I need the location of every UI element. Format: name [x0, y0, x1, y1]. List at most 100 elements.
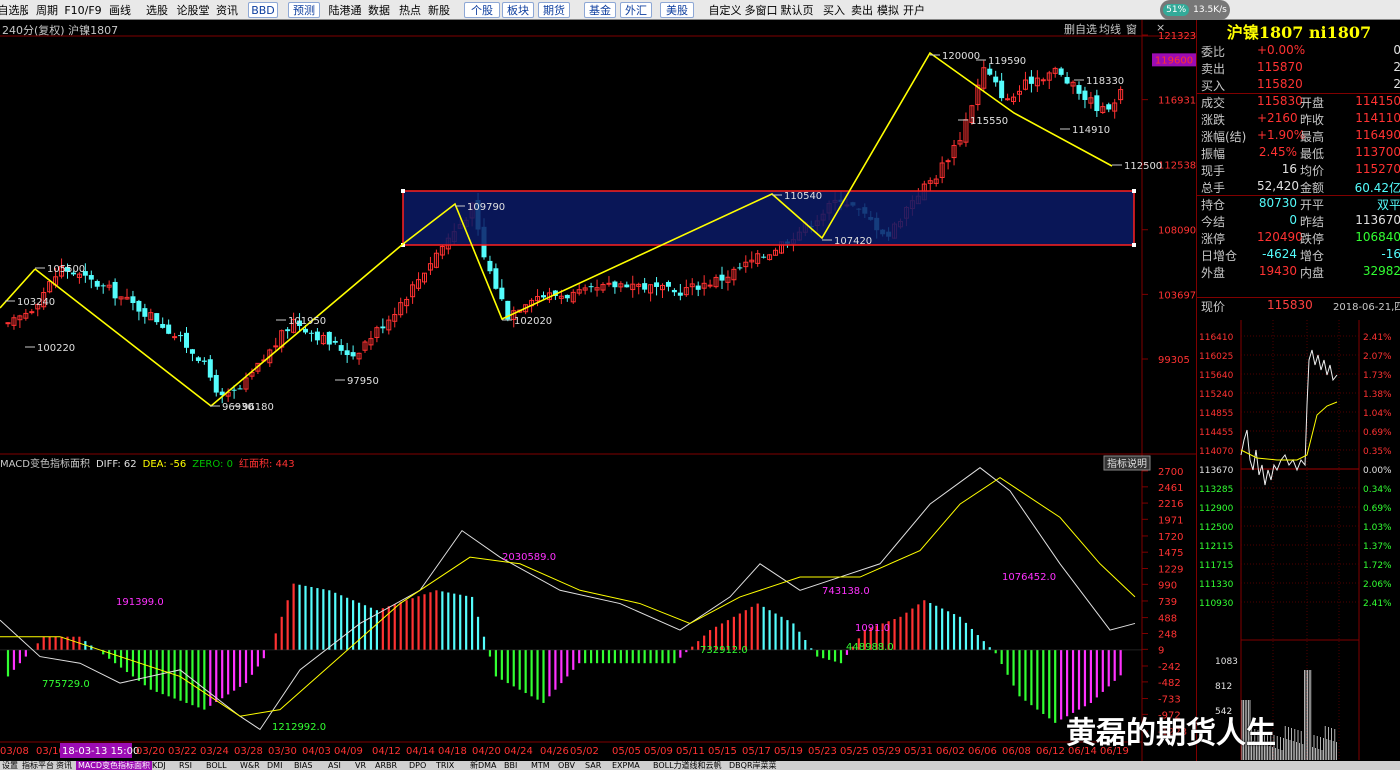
macd-area-label: 191399.0	[116, 597, 164, 608]
indicator-tab-22[interactable]: DBQR岸菜菜	[729, 761, 777, 770]
toolbar-item-16[interactable]: 基金	[584, 2, 616, 18]
indicator-tab-0[interactable]: 设置	[2, 761, 18, 770]
indicator-tab-11[interactable]: VR	[355, 761, 366, 770]
toolbar-item-5[interactable]: 论股堂	[176, 1, 210, 19]
indicator-tab-19[interactable]: SAR	[585, 761, 601, 770]
candle-body	[160, 323, 166, 328]
title-tool-2[interactable]: 窗	[1126, 21, 1137, 37]
candle-body	[207, 359, 213, 378]
quote-value-2: 116490	[1355, 128, 1400, 142]
indicator-tab-10[interactable]: ASI	[328, 761, 341, 770]
toolbar-item-8[interactable]: 预测	[288, 2, 320, 18]
indicator-tab-20[interactable]: EXPMA	[612, 761, 640, 770]
quote-label: 委比	[1201, 45, 1226, 59]
toolbar-item-25[interactable]: 开户	[902, 1, 926, 19]
macd-tick: 1475	[1158, 548, 1183, 559]
toolbar-item-3[interactable]: 画线	[106, 1, 134, 19]
title-tool-1[interactable]: 均线	[1099, 21, 1121, 37]
candle-body	[29, 311, 35, 314]
quote-row: 日增仓 -4624 增仓 -16	[1197, 246, 1400, 263]
toolbar-item-0[interactable]: 自选股	[0, 1, 28, 19]
toolbar-item-2[interactable]: F10/F9	[64, 1, 102, 19]
toolbar-item-13[interactable]: 个股	[464, 2, 500, 18]
indicator-tab-12[interactable]: ARBR	[375, 761, 397, 770]
toolbar-item-1[interactable]: 周期	[34, 1, 60, 19]
toolbar-item-17[interactable]: 外汇	[620, 2, 652, 18]
quote-value: 115820	[1257, 77, 1303, 91]
toolbar-item-24[interactable]: 模拟	[876, 1, 900, 19]
toolbar-item-9[interactable]: 陆港通	[328, 1, 362, 19]
kline-chart[interactable]: 1213231196001169311125381080901036979930…	[0, 20, 1196, 761]
range-box-handle[interactable]	[1132, 189, 1136, 193]
indicator-tab-16[interactable]: BBI	[504, 761, 517, 770]
mini-pct-tick: 1.04%	[1363, 409, 1392, 419]
toolbar-item-21[interactable]: 默认页	[780, 1, 814, 19]
date-tick: 04/20	[472, 746, 501, 757]
range-box[interactable]	[402, 190, 1135, 246]
quote-value: 115830	[1257, 94, 1303, 108]
toolbar-item-22[interactable]: 买入	[822, 1, 846, 19]
indicator-tab-8[interactable]: DMI	[267, 761, 282, 770]
toolbar-item-6[interactable]: 资讯	[214, 1, 240, 19]
indicator-tab-18[interactable]: OBV	[558, 761, 575, 770]
date-tick: 06/06	[968, 746, 997, 757]
toolbar-item-15[interactable]: 期货	[538, 2, 570, 18]
macd-tick: 990	[1158, 580, 1177, 591]
mini-pct-tick: 2.07%	[1363, 352, 1392, 362]
toolbar-item-10[interactable]: 数据	[368, 1, 390, 19]
mini-pct-tick: 0.34%	[1363, 485, 1392, 495]
indicator-tab-1[interactable]: 指标平台	[22, 761, 54, 770]
toolbar-item-20[interactable]: 多窗口	[744, 1, 778, 19]
date-tick: 03/28	[234, 746, 263, 757]
indicator-tab-5[interactable]: RSI	[179, 761, 192, 770]
price-tick: 108090	[1158, 226, 1196, 237]
range-box-handle[interactable]	[1132, 243, 1136, 247]
indicator-tab-6[interactable]: BOLL	[206, 761, 227, 770]
indicator-tab-3[interactable]: MACD变色指标面积	[76, 761, 152, 770]
title-tool-3[interactable]: ×	[1156, 21, 1165, 34]
candle-body	[5, 322, 11, 325]
toolbar-item-14[interactable]: 板块	[502, 2, 534, 18]
watermark: 黄磊的期货人生	[1066, 716, 1276, 751]
indicator-tab-7[interactable]: W&R	[240, 761, 260, 770]
macd-area-label: 2030589.0	[502, 552, 556, 563]
indicator-tab-17[interactable]: MTM	[531, 761, 550, 770]
quote-label-2: 昨结	[1300, 215, 1325, 229]
indicator-tab-4[interactable]: KDJ	[152, 761, 166, 770]
quote-row: 卖出 115870 2	[1197, 59, 1400, 76]
candle-body	[707, 284, 713, 287]
toolbar-item-19[interactable]: 自定义	[708, 1, 742, 19]
speed-percent: 51%	[1163, 4, 1190, 16]
toolbar-item-18[interactable]: 美股	[660, 2, 694, 18]
title-tool-0[interactable]: 删自选	[1064, 21, 1097, 37]
indicator-tab-2[interactable]: 资讯	[56, 761, 72, 770]
date-tick: 05/11	[676, 746, 705, 757]
candle-body	[303, 328, 308, 333]
indicator-tab-14[interactable]: TRIX	[436, 761, 454, 770]
indicator-tab-13[interactable]: DPO	[409, 761, 426, 770]
toolbar-item-4[interactable]: 选股	[144, 1, 170, 19]
quote-value: 52,420	[1257, 179, 1299, 193]
macd-tick: 739	[1158, 597, 1177, 608]
range-box-handle[interactable]	[401, 189, 405, 193]
panel-separator	[1196, 93, 1400, 94]
macd-tick: 2700	[1158, 467, 1183, 478]
intraday-chart[interactable]: 116410 116025 115640 115240 114855 114455 1140…	[1197, 320, 1400, 760]
toolbar-item-11[interactable]: 热点	[398, 1, 422, 19]
price-annotation: 103240	[17, 297, 55, 308]
indicator-tab-9[interactable]: BIAS	[294, 761, 312, 770]
candle-body	[1064, 77, 1070, 84]
macd-tick: 1971	[1158, 515, 1183, 526]
macd-histogram	[6, 583, 1122, 723]
candle-body	[654, 282, 660, 287]
indicator-tab-21[interactable]: BOLL力道线和云帆	[653, 761, 722, 770]
macd-header-item: ZERO: 0	[192, 459, 233, 470]
indicator-tab-15[interactable]: 新DMA	[470, 761, 497, 770]
macd-area-label: 743138.0	[822, 586, 870, 597]
quote-label: 涨停	[1201, 232, 1226, 246]
toolbar-item-12[interactable]: 新股	[426, 1, 452, 19]
toolbar-item-23[interactable]: 卖出	[850, 1, 874, 19]
candle-body	[1040, 79, 1046, 82]
toolbar-item-7[interactable]: BBD	[248, 2, 278, 18]
candle-body	[1082, 90, 1088, 100]
